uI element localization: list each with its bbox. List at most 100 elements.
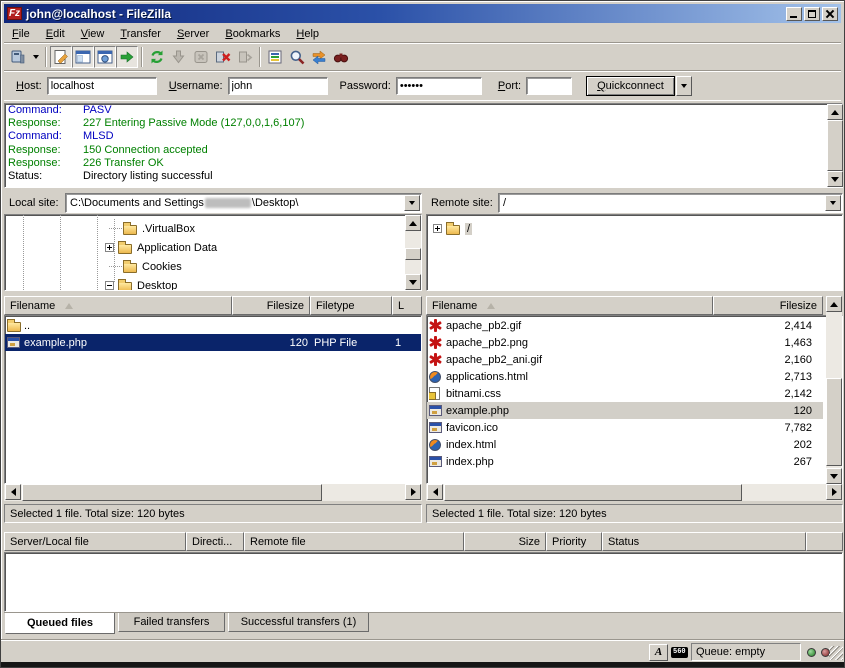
menu-bookmarks[interactable]: Bookmarks [217, 26, 288, 42]
toggle-remote-tree-button[interactable] [94, 46, 116, 68]
scroll-right-button[interactable] [405, 484, 421, 500]
scrollbar-thumb[interactable] [827, 120, 843, 171]
scrollbar-thumb[interactable] [444, 484, 742, 501]
find-files-button[interactable] [330, 46, 352, 68]
menu-file[interactable]: File [4, 26, 38, 42]
local-column-filesize[interactable]: Filesize [232, 296, 310, 315]
filter-button[interactable] [264, 46, 286, 68]
local-list-hscrollbar[interactable] [4, 484, 422, 501]
tree-item-desktop[interactable]: Desktop [105, 276, 177, 291]
scrollbar-thumb[interactable] [22, 484, 322, 501]
menu-server[interactable]: Server [169, 26, 217, 42]
toggle-queue-button[interactable] [116, 46, 138, 68]
file-row[interactable]: apache_pb2.png 1,463 [427, 334, 842, 351]
reconnect-button[interactable] [234, 46, 256, 68]
local-column-modified[interactable]: L [392, 296, 422, 315]
site-manager-button[interactable] [7, 46, 29, 68]
arrow-left-icon [7, 488, 16, 496]
window-title: john@localhost - FileZilla [26, 7, 786, 21]
process-queue-button[interactable] [168, 46, 190, 68]
directory-comparison-button[interactable] [286, 46, 308, 68]
queue-column-status[interactable]: Status [602, 532, 806, 551]
remote-list-hscrollbar[interactable] [426, 484, 843, 501]
tree-guide [60, 215, 61, 290]
resize-grip-icon[interactable] [829, 646, 843, 660]
local-site-combo[interactable]: C:\Documents and Settings\Desktop\ [65, 193, 422, 213]
tree-item-cookies[interactable]: Cookies [109, 257, 182, 276]
username-input[interactable] [228, 77, 328, 95]
quickconnect-button[interactable]: Quickconnect [586, 76, 675, 96]
maximize-button[interactable] [804, 7, 820, 21]
remote-selection-status: Selected 1 file. Total size: 120 bytes [426, 504, 843, 523]
tree-item-virtualbox[interactable]: .VirtualBox [109, 219, 195, 238]
file-row[interactable]: applications.html 2,713 [427, 368, 842, 385]
local-tree-scrollbar[interactable] [405, 215, 421, 290]
file-row[interactable]: apache_pb2_ani.gif 2,160 [427, 351, 842, 368]
disconnect-button[interactable] [212, 46, 234, 68]
password-input[interactable] [396, 77, 482, 95]
file-row[interactable]: index.html 202 [427, 436, 842, 453]
file-row[interactable]: bitnami.css 2,142 [427, 385, 842, 402]
scroll-up-button[interactable] [827, 104, 843, 120]
file-row[interactable]: index.php 267 [427, 453, 842, 470]
remote-site-combo[interactable]: / [498, 193, 843, 213]
scroll-down-button[interactable] [827, 171, 843, 187]
tree-item-application-data[interactable]: Application Data [105, 238, 217, 257]
expand-plus-icon[interactable] [433, 224, 442, 233]
transfer-type-indicator[interactable]: A [649, 644, 668, 661]
scroll-down-button[interactable] [405, 274, 421, 290]
scroll-left-button[interactable] [5, 484, 21, 500]
scrollbar-thumb[interactable] [405, 248, 421, 260]
host-input[interactable] [47, 77, 157, 95]
file-row-selected[interactable]: example.php 120 [427, 402, 823, 419]
tab-queued-files[interactable]: Queued files [5, 613, 115, 634]
collapse-minus-icon[interactable] [105, 281, 114, 290]
toggle-local-tree-button[interactable] [72, 46, 94, 68]
queue-column-server-local-file[interactable]: Server/Local file [4, 532, 186, 551]
menu-view[interactable]: View [73, 26, 113, 42]
local-column-filetype[interactable]: Filetype [310, 296, 392, 315]
scrollbar-thumb[interactable] [826, 378, 842, 466]
scroll-left-button[interactable] [427, 484, 443, 500]
queue-column-size[interactable]: Size [464, 532, 546, 551]
window-bottom-edge [1, 662, 844, 667]
remote-site-dropdown[interactable] [825, 195, 841, 211]
tab-failed-transfers[interactable]: Failed transfers [118, 613, 225, 632]
remote-column-filesize[interactable]: Filesize [713, 296, 823, 315]
queue-column-priority[interactable]: Priority [546, 532, 602, 551]
scroll-right-button[interactable] [826, 484, 842, 500]
menu-help[interactable]: Help [288, 26, 327, 42]
expand-plus-icon[interactable] [105, 243, 114, 252]
tab-successful-transfers[interactable]: Successful transfers (1) [228, 613, 369, 632]
queue-column-remote-file[interactable]: Remote file [244, 532, 464, 551]
quickconnect-dropdown[interactable] [676, 76, 692, 96]
local-column-filename[interactable]: Filename [4, 296, 232, 315]
minimize-button[interactable] [786, 7, 802, 21]
tree-item-root[interactable]: / [433, 219, 472, 238]
scroll-up-button[interactable] [405, 215, 421, 231]
file-row[interactable]: apache_pb2.gif 2,414 [427, 317, 842, 334]
file-row-parent[interactable]: .. [5, 317, 421, 334]
local-file-list: .. example.php 120 PHP File 1 [4, 315, 422, 484]
log-scrollbar[interactable] [827, 104, 843, 187]
file-row[interactable]: favicon.ico 7,782 [427, 419, 842, 436]
toggle-log-button[interactable] [50, 46, 72, 68]
close-button[interactable] [822, 7, 838, 21]
remote-column-filename[interactable]: Filename [426, 296, 713, 315]
refresh-button[interactable] [146, 46, 168, 68]
port-input[interactable] [526, 77, 572, 95]
menu-edit[interactable]: Edit [38, 26, 73, 42]
titlebar[interactable]: Fz john@localhost - FileZilla [4, 4, 841, 23]
scroll-down-button[interactable] [826, 468, 842, 484]
cancel-operation-button[interactable] [190, 46, 212, 68]
local-site-dropdown[interactable] [404, 195, 420, 211]
speed-limits-indicator[interactable]: 560 [671, 647, 688, 658]
file-row-example-php[interactable]: example.php 120 PHP File 1 [5, 334, 421, 351]
remote-list-scrollbar[interactable] [826, 296, 842, 484]
queue-column-blank[interactable] [806, 532, 843, 551]
scroll-up-button[interactable] [826, 296, 842, 312]
menu-transfer[interactable]: Transfer [112, 26, 169, 42]
queue-column-direction[interactable]: Directi... [186, 532, 244, 551]
site-manager-dropdown[interactable] [29, 46, 42, 68]
synchronized-browsing-button[interactable] [308, 46, 330, 68]
